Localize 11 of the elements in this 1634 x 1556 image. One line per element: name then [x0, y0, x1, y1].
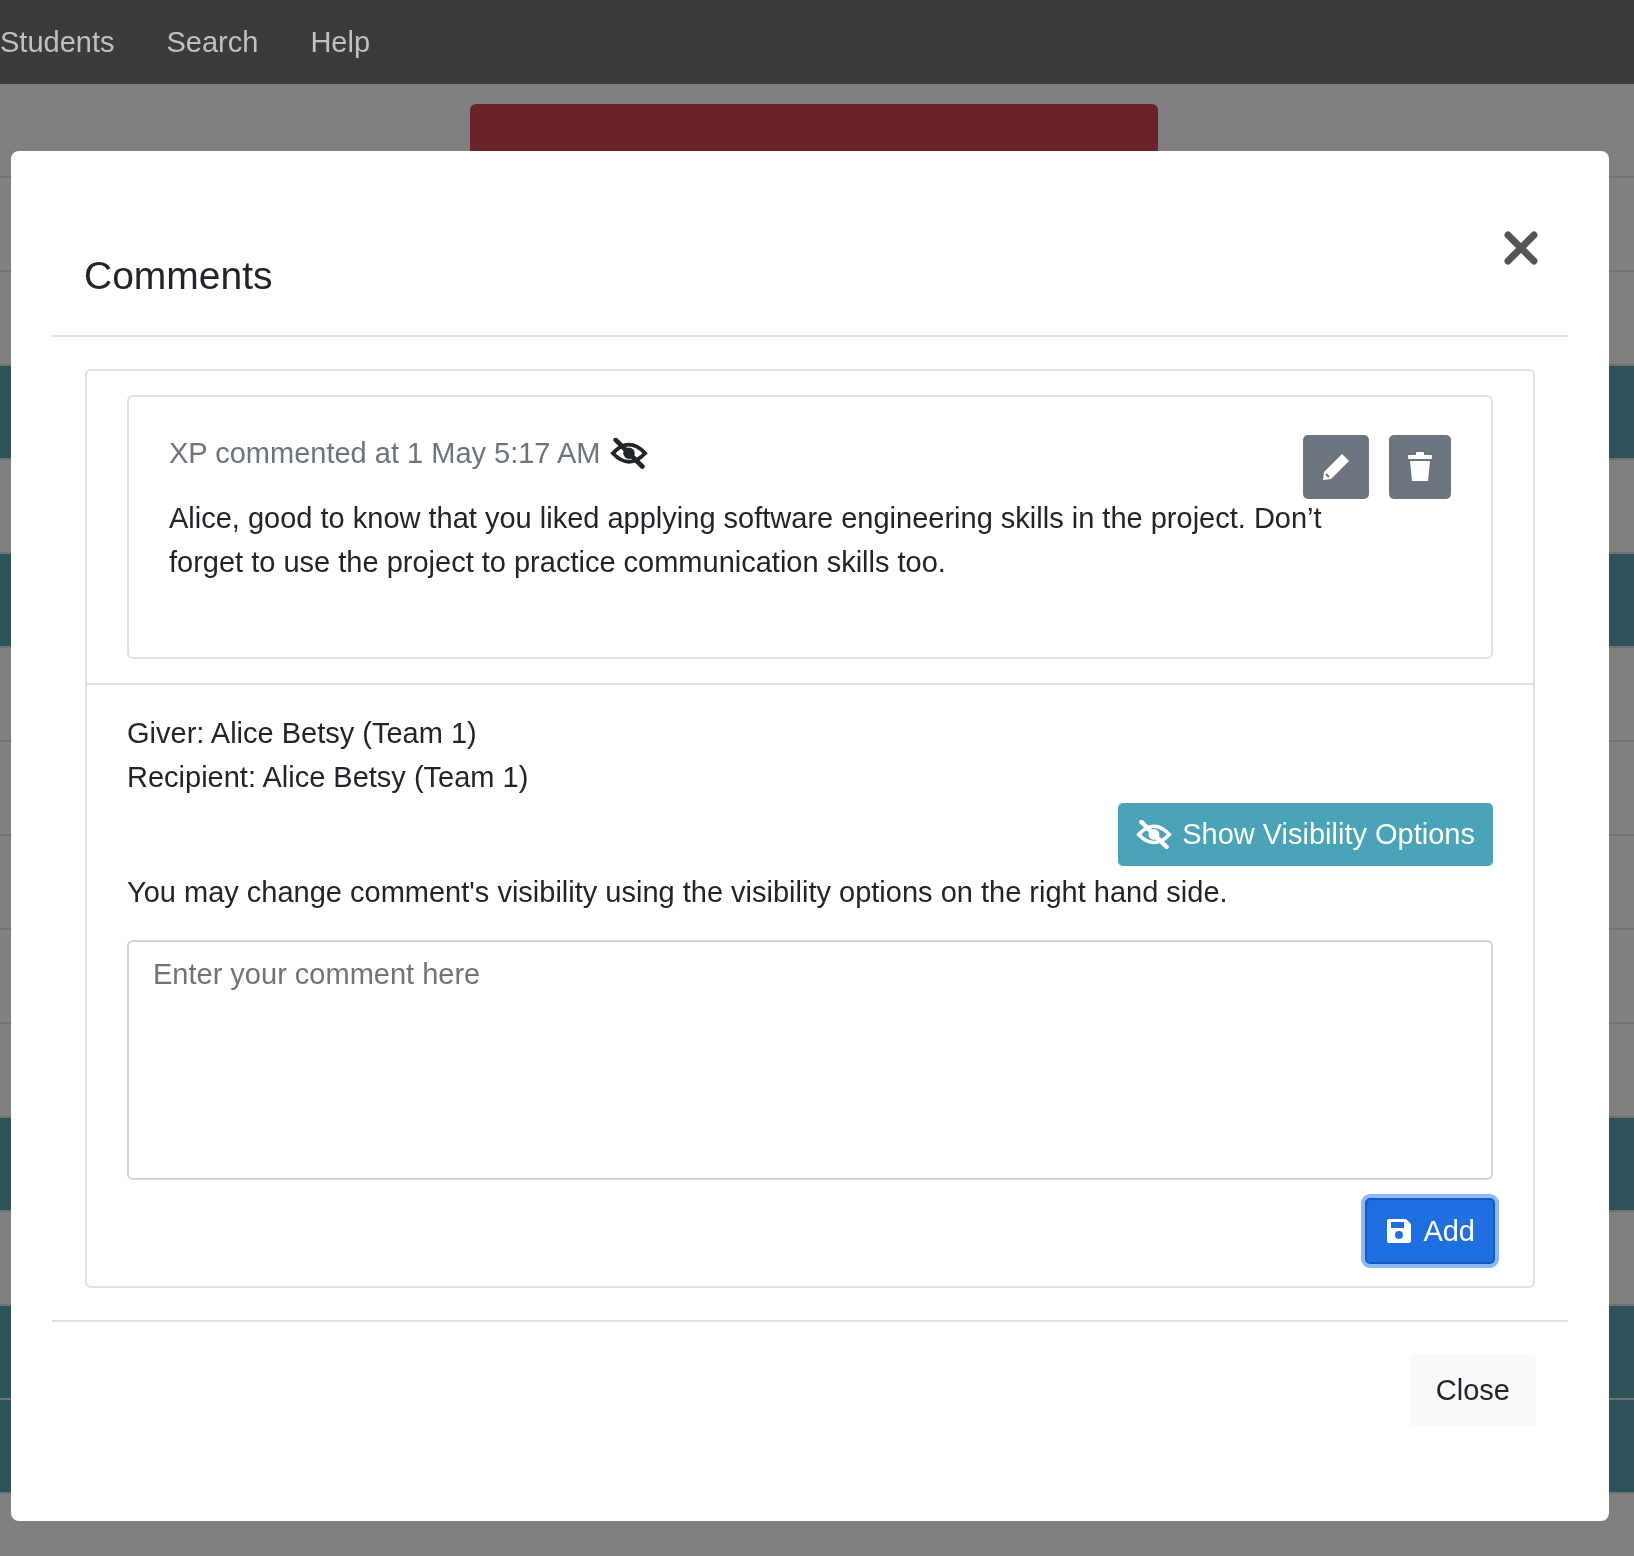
nav-link[interactable]: Help	[310, 25, 371, 59]
recipient-text: Recipient: Alice Betsy (Team 1)	[127, 760, 530, 795]
close-button[interactable]: Close	[1409, 1354, 1536, 1426]
giver-text: Giver: Alice Betsy (Team 1)	[127, 716, 478, 751]
comment-author: XP commented at 1 May 5:17 AM	[169, 437, 601, 470]
nav-link[interactable]: Students	[0, 25, 115, 59]
comment-text: Alice, good to know that you liked applying software engineering skills in the project. Don’t forget to use the project to practice communication skills too.	[169, 501, 1323, 580]
visibility-hint: You may change comment's visibility using the visibility options on the right hand side.	[127, 875, 1229, 910]
comment-field[interactable]: Enter your comment here	[127, 940, 1493, 1180]
nav-link[interactable]: Search	[166, 25, 259, 59]
dialog-title: Comments	[84, 254, 273, 298]
